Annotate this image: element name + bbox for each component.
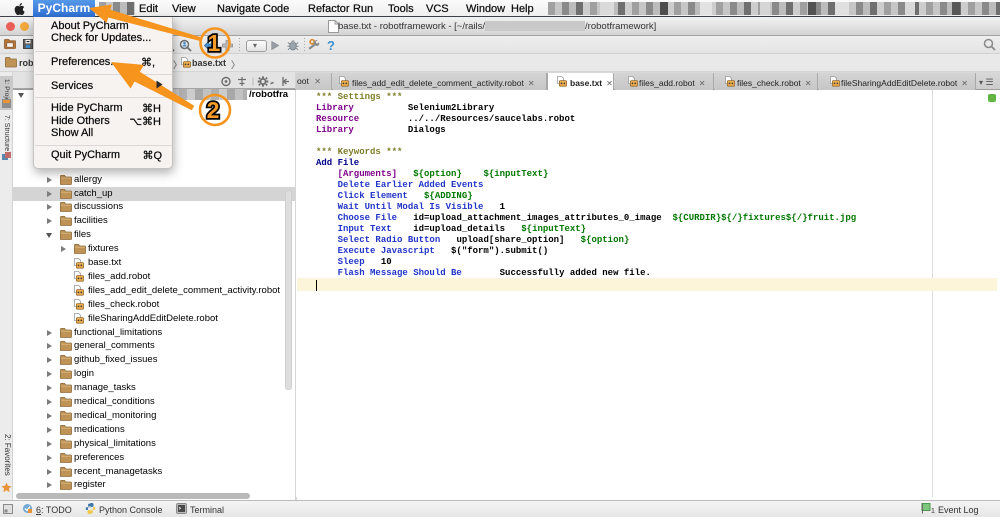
svg-text:2: 2: [207, 97, 220, 123]
svg-text:1: 1: [208, 30, 221, 56]
